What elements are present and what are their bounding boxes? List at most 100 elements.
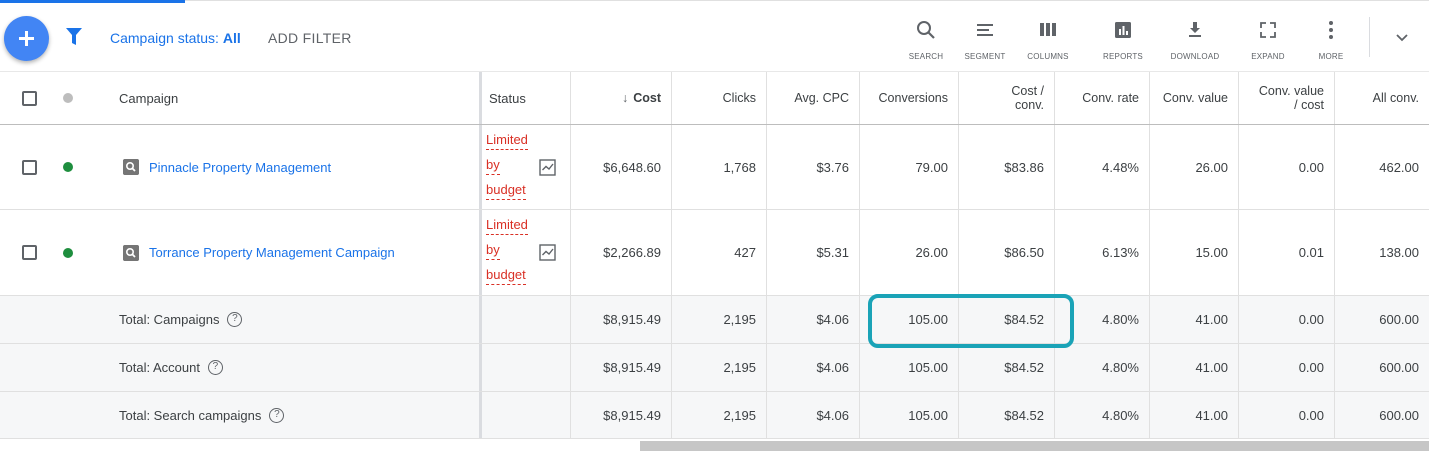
header-campaign[interactable]: Campaign	[119, 72, 479, 124]
expand-tool-button[interactable]: EXPAND	[1233, 17, 1303, 63]
more-tool-button[interactable]: MORE	[1296, 17, 1366, 63]
status-line: by	[486, 240, 500, 260]
row-select-cell	[22, 125, 42, 209]
table-row: Pinnacle Property Management Limited by …	[0, 125, 1429, 210]
horizontal-scrollbar[interactable]	[640, 441, 1429, 451]
header-clicks[interactable]: Clicks	[671, 72, 766, 124]
cost-per-conv-cell: $83.86	[958, 125, 1054, 209]
trend-chart-icon[interactable]	[539, 244, 556, 261]
header-status[interactable]: Status	[479, 72, 570, 124]
header-cost[interactable]: ↓ Cost	[570, 72, 671, 124]
trend-chart-icon[interactable]	[539, 159, 556, 176]
columns-tool-button[interactable]: COLUMNS	[1013, 17, 1083, 63]
search-icon	[917, 21, 935, 39]
reports-icon	[1115, 22, 1131, 38]
enabled-status-dot[interactable]	[63, 247, 73, 258]
header-conv-rate[interactable]: Conv. rate	[1054, 72, 1149, 124]
total-all-conv-cell: 600.00	[1334, 392, 1429, 438]
total-conv-value-cell: 41.00	[1149, 344, 1238, 391]
total-all-conv-cell: 600.00	[1334, 296, 1429, 343]
total-label: Total: Campaigns	[119, 312, 220, 327]
status-line: budget	[486, 180, 526, 200]
total-clicks-cell: 2,195	[671, 296, 766, 343]
more-vert-icon	[1329, 21, 1333, 39]
search-campaign-icon	[123, 159, 139, 175]
add-campaign-button[interactable]	[4, 16, 49, 61]
table-header-row: Campaign Status ↓ Cost Clicks Avg. CPC C…	[0, 71, 1429, 125]
status-line: Limited	[486, 215, 528, 235]
row-checkbox[interactable]	[22, 245, 37, 260]
total-cost-cell: $8,915.49	[570, 296, 671, 343]
status-cell: Limited by budget	[479, 210, 570, 295]
campaign-status-filter[interactable]: Campaign status: All	[110, 30, 241, 46]
campaign-name-cell: Pinnacle Property Management	[123, 125, 479, 209]
header-conv-value[interactable]: Conv. value	[1149, 72, 1238, 124]
total-status-cell	[479, 344, 570, 391]
top-divider	[185, 0, 1429, 1]
total-cost-cell: $8,915.49	[570, 392, 671, 438]
header-all-conv[interactable]: All conv.	[1334, 72, 1429, 124]
total-label-cell: Total: Campaigns ?	[119, 296, 479, 343]
row-select-cell	[22, 210, 42, 295]
segment-tool-button[interactable]: SEGMENT	[950, 17, 1020, 63]
add-filter-button[interactable]: ADD FILTER	[268, 30, 352, 46]
campaign-link[interactable]: Torrance Property Management Campaign	[149, 245, 395, 260]
row-checkbox[interactable]	[22, 159, 37, 175]
clicks-cell: 427	[671, 210, 766, 295]
header-status-dot-cell	[63, 72, 77, 124]
status-line: by	[486, 155, 500, 175]
chevron-down-icon[interactable]	[1395, 31, 1409, 45]
total-label-cell: Total: Search campaigns ?	[119, 392, 479, 438]
all-conv-cell: 138.00	[1334, 210, 1429, 295]
total-avg-cpc-cell: $4.06	[766, 392, 859, 438]
total-label: Total: Search campaigns	[119, 407, 262, 423]
help-icon[interactable]: ?	[227, 312, 243, 327]
total-cost-per-conv-cell: $84.52	[958, 296, 1054, 343]
segment-icon	[977, 24, 993, 36]
total-all-conv-cell: 600.00	[1334, 344, 1429, 391]
select-all-checkbox[interactable]	[22, 90, 37, 106]
header-cost-label: Cost	[633, 91, 661, 105]
cost-cell: $6,648.60	[570, 125, 671, 209]
filter-icon[interactable]	[66, 28, 82, 46]
conv-value-per-cost-cell: 0.01	[1238, 210, 1334, 295]
total-cost-per-conv-cell: $84.52	[958, 392, 1054, 438]
download-tool-button[interactable]: DOWNLOAD	[1160, 17, 1230, 63]
total-status-cell	[479, 296, 570, 343]
total-label: Total: Account	[119, 360, 200, 375]
total-conversions-cell: 105.00	[859, 296, 958, 343]
table-toolbar: Campaign status: All ADD FILTER SEARCH S…	[0, 3, 1429, 71]
total-status-cell	[479, 392, 570, 438]
enabled-status-dot[interactable]	[63, 162, 73, 172]
header-cost-per-conv-line2: conv.	[1015, 98, 1044, 112]
toolbar-divider	[1369, 17, 1370, 57]
header-cost-per-conv[interactable]: Cost / conv.	[958, 72, 1054, 124]
help-icon[interactable]: ?	[207, 360, 223, 375]
header-conversions[interactable]: Conversions	[859, 72, 958, 124]
table-row: Torrance Property Management Campaign Li…	[0, 210, 1429, 296]
total-row-campaigns: Total: Campaigns ? $8,915.49 2,195 $4.06…	[0, 296, 1429, 344]
avg-cpc-cell: $5.31	[766, 210, 859, 295]
total-conv-value-per-cost-cell: 0.00	[1238, 344, 1334, 391]
help-icon[interactable]: ?	[269, 407, 285, 423]
limited-by-budget-status[interactable]: Limited by budget	[486, 130, 528, 205]
reports-tool-button[interactable]: REPORTS	[1088, 17, 1158, 63]
campaign-link[interactable]: Pinnacle Property Management	[149, 160, 331, 175]
header-select-all-cell	[22, 72, 42, 124]
header-conv-value-per-cost[interactable]: Conv. value / cost	[1238, 72, 1334, 124]
cost-per-conv-cell: $86.50	[958, 210, 1054, 295]
expand-icon	[1260, 22, 1276, 38]
limited-by-budget-status[interactable]: Limited by budget	[486, 215, 528, 290]
conv-value-per-cost-cell: 0.00	[1238, 125, 1334, 209]
total-conv-value-cell: 41.00	[1149, 296, 1238, 343]
total-clicks-cell: 2,195	[671, 344, 766, 391]
total-clicks-cell: 2,195	[671, 392, 766, 438]
columns-tool-label: COLUMNS	[1027, 52, 1069, 61]
all-conv-cell: 462.00	[1334, 125, 1429, 209]
header-avg-cpc[interactable]: Avg. CPC	[766, 72, 859, 124]
status-filter-dot[interactable]	[63, 93, 73, 103]
total-label-cell: Total: Account ?	[119, 344, 479, 391]
header-conv-value-per-cost-line1: Conv. value	[1258, 84, 1324, 98]
avg-cpc-cell: $3.76	[766, 125, 859, 209]
download-tool-label: DOWNLOAD	[1170, 52, 1220, 61]
